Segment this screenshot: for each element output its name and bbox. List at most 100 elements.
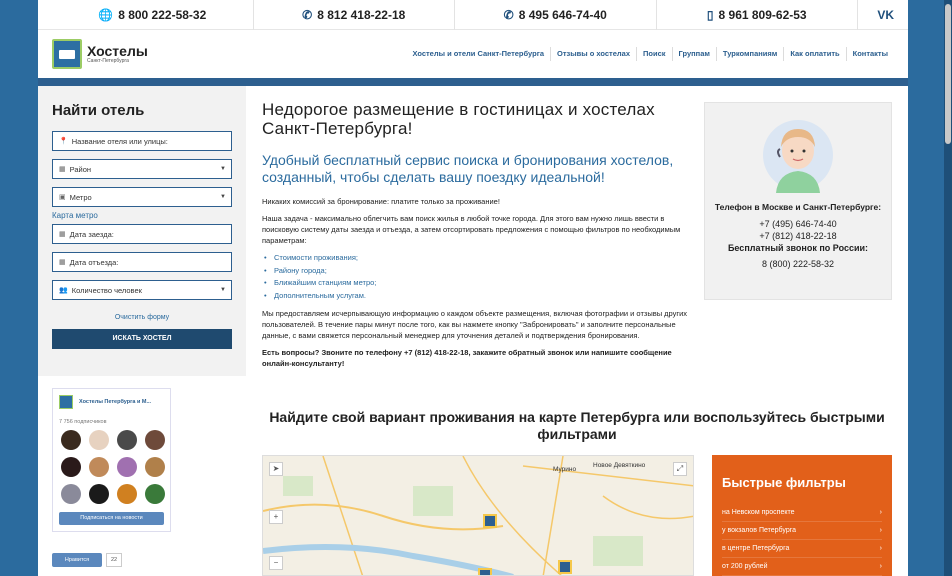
district-select[interactable]: ▦ Район ▼	[52, 159, 232, 179]
nav-item-reviews[interactable]: Отзывы о хостелах	[550, 47, 636, 61]
logo-icon	[52, 39, 82, 69]
phone-bar: 🌐 8 800 222-58-32 ✆ 8 812 418-22-18 ✆ 8 495…	[38, 0, 908, 30]
subscriber-avatar[interactable]	[117, 457, 137, 477]
search-title: Найти отель	[52, 102, 145, 119]
nav-item-groups[interactable]: Группам	[671, 47, 716, 61]
like-button[interactable]: Нравится	[52, 553, 102, 567]
zoom-out-button[interactable]: −	[269, 556, 283, 570]
operator-avatar-icon	[762, 117, 834, 193]
metro-map-link[interactable]: Карта метро	[52, 211, 232, 220]
group-avatar[interactable]	[59, 395, 73, 409]
subscriber-avatar[interactable]	[89, 457, 109, 477]
paragraph: Никаких комиссий за бронирование: платит…	[262, 197, 500, 206]
subscriber-avatar[interactable]	[145, 430, 165, 450]
phone-item[interactable]: ▯ 8 961 809-62-53	[657, 0, 858, 30]
chevron-right-icon: ›	[879, 545, 882, 552]
map-section-title: Найдите свой вариант проживания на карте…	[269, 409, 885, 442]
filter-item[interactable]: в центре Петербурга ›	[722, 540, 882, 558]
nav-item-agencies[interactable]: Туркомпаниям	[715, 47, 783, 61]
subscriber-avatar[interactable]	[145, 484, 165, 504]
subscriber-avatar[interactable]	[117, 430, 137, 450]
phone-icon: ✆	[503, 7, 514, 22]
hostel-marker-icon[interactable]	[558, 560, 572, 574]
logo[interactable]: Хостелы Санкт-Петербурга	[52, 39, 252, 69]
scrollbar-thumb[interactable]	[945, 4, 951, 144]
list-item[interactable]: Району города;	[264, 265, 694, 278]
vk-icon[interactable]: VK	[858, 8, 894, 22]
zoom-in-button[interactable]: +	[269, 510, 283, 524]
page-subtitle: Удобный бесплатный сервис поиска и брони…	[262, 152, 674, 185]
group-name[interactable]: Хостелы Петербурга и М...	[79, 399, 151, 405]
subscriber-avatar[interactable]	[117, 484, 137, 504]
phone-item[interactable]: ✆ 8 812 418-22-18	[254, 0, 455, 30]
fullscreen-icon[interactable]: ⤢	[673, 462, 687, 476]
like-widget: Нравится 22	[52, 553, 122, 567]
phone-number: 8 495 646-74-40	[518, 7, 607, 22]
chevron-right-icon: ›	[879, 509, 882, 516]
hostel-marker-icon[interactable]	[483, 514, 497, 528]
quick-filters: Быстрые фильтры на Невском проспекте › у …	[712, 455, 892, 576]
map-label: Мурино	[553, 466, 577, 473]
locate-icon[interactable]: ➤	[269, 462, 283, 476]
chevron-down-icon: ▼	[220, 194, 226, 200]
vk-group-widget: Хостелы Петербурга и М... 7 756 подписчи…	[52, 388, 171, 532]
chevron-right-icon: ›	[879, 563, 882, 570]
checkout-date-input[interactable]: ▦ Дата отъезда:	[52, 252, 232, 272]
paragraph: Наша задача - максимально облегчить вам …	[262, 214, 681, 245]
hostel-marker-icon[interactable]	[478, 568, 492, 575]
filter-criteria-list: Стоимости проживания; Району города; Бли…	[264, 252, 694, 303]
filter-item[interactable]: на Невском проспекте ›	[722, 504, 882, 522]
free-call-label: Бесплатный звонок по России:	[727, 243, 869, 253]
hotel-name-input[interactable]: 📍 Название отеля или улицы:	[52, 131, 232, 151]
contact-phone[interactable]: 8 (800) 222-58-32	[705, 258, 891, 270]
subscriber-count: 7 756 подписчиков	[59, 419, 107, 425]
mobile-icon: ▯	[706, 7, 714, 22]
hostels-map[interactable]: ➤ + − ⤢ Мурино Новое Девяткино	[262, 455, 694, 576]
main-nav: Хостелы и отели Санкт-Петербурга Отзывы …	[252, 47, 894, 61]
list-item[interactable]: Ближайшим станциям метро;	[264, 277, 694, 290]
subscriber-avatar[interactable]	[145, 457, 165, 477]
contact-title: Телефон в Москве и Санкт-Петербурге:	[714, 202, 882, 212]
map-label: Новое Девяткино	[593, 462, 646, 469]
guests-select[interactable]: 👥 Количество человек ▼	[52, 280, 232, 300]
nav-item-payment[interactable]: Как оплатить	[783, 47, 845, 61]
subscriber-avatar[interactable]	[89, 430, 109, 450]
phone-item[interactable]: 🌐 8 800 222-58-32	[52, 0, 254, 30]
phone-number: 8 800 222-58-32	[118, 7, 207, 22]
nav-item-search[interactable]: Поиск	[636, 47, 672, 61]
subscriber-avatar[interactable]	[61, 430, 81, 450]
checkin-date-input[interactable]: ▦ Дата заезда:	[52, 224, 232, 244]
contact-phone[interactable]: +7 (812) 418-22-18	[705, 230, 891, 242]
list-item[interactable]: Дополнительным услугам.	[264, 290, 694, 303]
nav-item-contacts[interactable]: Контакты	[845, 47, 894, 61]
filter-item[interactable]: у вокзалов Петербурга ›	[722, 522, 882, 540]
subscriber-avatar[interactable]	[89, 484, 109, 504]
header-divider	[38, 78, 908, 86]
phone-number: 8 812 418-22-18	[317, 7, 406, 22]
page-title: Недорогое размещение в гостиницах и хост…	[262, 100, 655, 138]
clear-form-link[interactable]: Очистить форму	[52, 314, 232, 321]
subscribe-button[interactable]: Подписаться на новости	[59, 512, 164, 525]
contact-phone[interactable]: +7 (495) 646-74-40	[705, 218, 891, 230]
subscriber-avatar[interactable]	[61, 484, 81, 504]
header: Хостелы Санкт-Петербурга Хостелы и отели…	[38, 30, 908, 78]
calendar-icon: ▦	[59, 259, 66, 266]
metro-select[interactable]: ▣ Метро ▼	[52, 187, 232, 207]
subscriber-avatar[interactable]	[61, 457, 81, 477]
quick-filters-title: Быстрые фильтры	[722, 475, 846, 490]
like-count: 22	[106, 553, 122, 567]
subscriber-avatars	[61, 430, 165, 504]
logo-name: Хостелы	[87, 43, 148, 59]
search-button[interactable]: ИСКАТЬ ХОСТЕЛ	[52, 329, 232, 349]
main-content: Недорогое размещение в гостиницах и хост…	[262, 100, 694, 369]
location-pin-icon: 📍	[59, 138, 68, 145]
scrollbar[interactable]	[944, 0, 952, 576]
paragraph: Мы предоставляем исчерпывающую информаци…	[262, 309, 688, 340]
contact-card: Телефон в Москве и Санкт-Петербурге: +7 …	[704, 102, 892, 300]
filter-item[interactable]: от 200 рублей ›	[722, 558, 882, 576]
page-background-left	[0, 0, 38, 576]
calendar-icon: ▦	[59, 231, 66, 238]
nav-item-hostels[interactable]: Хостелы и отели Санкт-Петербурга	[406, 47, 550, 61]
list-item[interactable]: Стоимости проживания;	[264, 252, 694, 265]
phone-item[interactable]: ✆ 8 495 646-74-40	[455, 0, 657, 30]
